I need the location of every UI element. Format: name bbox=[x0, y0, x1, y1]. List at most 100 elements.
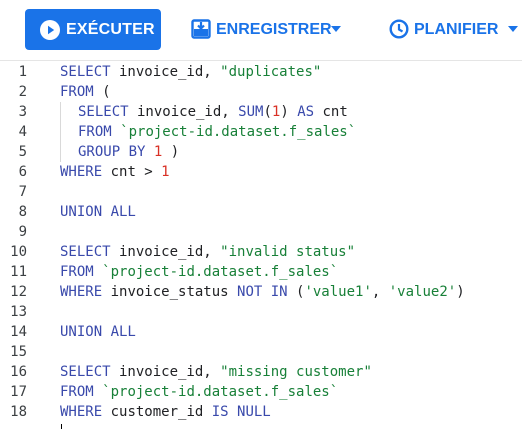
run-button-label: EXÉCUTER bbox=[66, 21, 155, 38]
token-ident: cnt bbox=[314, 104, 348, 120]
token-number: 1 bbox=[161, 164, 170, 180]
token-keyword: FROM bbox=[60, 84, 94, 100]
line-number: 7 bbox=[18, 184, 27, 200]
token-keyword: WHERE bbox=[60, 164, 103, 180]
code-line[interactable]: 5 GROUP BY 1 ) bbox=[0, 142, 522, 162]
play-circle-icon bbox=[40, 20, 60, 40]
save-icon bbox=[191, 19, 211, 39]
code-line[interactable]: 10 SELECT invoice_id, "invalid status" bbox=[0, 242, 522, 262]
token-keyword: GROUP BY bbox=[78, 144, 146, 160]
code-text: SELECT invoice_id, SUM(1) AS cnt bbox=[78, 102, 348, 122]
code-text: UNION ALL bbox=[60, 202, 136, 222]
token-string: "missing customer" bbox=[220, 364, 372, 380]
token-ident bbox=[112, 124, 120, 140]
token-keyword: UNION ALL bbox=[60, 324, 136, 340]
token-string: "duplicates" bbox=[220, 64, 322, 80]
token-keyword: IS NULL bbox=[211, 404, 271, 420]
code-text: FROM `project-id.dataset.f_sales` bbox=[78, 122, 356, 142]
token-punct: ( bbox=[93, 84, 111, 100]
code-line[interactable]: 2 FROM ( bbox=[0, 82, 522, 102]
code-text: UNION ALL bbox=[60, 322, 136, 342]
code-text: FROM `project-id.dataset.f_sales` bbox=[60, 382, 338, 402]
code-line[interactable]: 3 SELECT invoice_id, SUM(1) AS cnt bbox=[0, 102, 522, 122]
code-text: SELECT invoice_id, "invalid status" bbox=[60, 242, 355, 262]
token-ident: invoice_status bbox=[102, 284, 238, 300]
code-text: FROM `project-id.dataset.f_sales` bbox=[60, 262, 338, 282]
token-string: `project-id.dataset.f_sales` bbox=[120, 124, 357, 140]
line-number: 9 bbox=[18, 224, 27, 240]
code-line[interactable]: 7 bbox=[0, 182, 522, 202]
save-button-label: ENREGISTRER bbox=[216, 21, 332, 38]
token-keyword: NOT IN bbox=[237, 284, 288, 300]
line-number: 12 bbox=[10, 284, 27, 300]
token-keyword: AS bbox=[297, 104, 315, 120]
code-line[interactable]: 12 WHERE invoice_status NOT IN ('value1',… bbox=[0, 282, 522, 302]
caret-down-icon bbox=[331, 26, 341, 32]
code-line[interactable]: 18 WHERE customer_id IS NULL bbox=[0, 402, 522, 422]
line-number: 3 bbox=[18, 104, 27, 120]
token-ident bbox=[94, 264, 102, 280]
token-ident: invoice_id, bbox=[110, 364, 221, 380]
code-line[interactable]: 16 SELECT invoice_id, "missing customer" bbox=[0, 362, 522, 382]
code-line[interactable]: 13 bbox=[0, 302, 522, 322]
line-number: 15 bbox=[10, 344, 27, 360]
token-ident bbox=[145, 144, 153, 160]
code-line[interactable]: 4 FROM `project-id.dataset.f_sales` bbox=[0, 122, 522, 142]
token-string: `project-id.dataset.f_sales` bbox=[102, 384, 339, 400]
token-ident: invoice_id, bbox=[110, 64, 221, 80]
code-line[interactable]: 1 SELECT invoice_id, "duplicates" bbox=[0, 62, 522, 82]
token-keyword: WHERE bbox=[60, 404, 103, 420]
line-number: 10 bbox=[10, 244, 27, 260]
token-punct: , bbox=[371, 284, 389, 300]
token-punct: ( bbox=[263, 104, 272, 120]
code-text: SELECT invoice_id, "duplicates" bbox=[60, 62, 321, 82]
indent-guide bbox=[60, 102, 61, 122]
code-line[interactable]: 11 FROM `project-id.dataset.f_sales` bbox=[0, 262, 522, 282]
code-line[interactable]: 6 WHERE cnt > 1 bbox=[0, 162, 522, 182]
line-number: 2 bbox=[18, 84, 27, 100]
indent-guide bbox=[60, 122, 61, 142]
schedule-button[interactable]: PLANIFIER bbox=[386, 9, 522, 50]
token-ident: customer_id bbox=[102, 404, 212, 420]
token-ident bbox=[94, 384, 102, 400]
line-number: 14 bbox=[10, 324, 27, 340]
token-punct: ) bbox=[162, 144, 180, 160]
code-text: WHERE customer_id IS NULL bbox=[60, 402, 271, 422]
query-toolbar: EXÉCUTER ENREGISTRER PLANIFIER bbox=[0, 0, 522, 60]
schedule-button-label: PLANIFIER bbox=[414, 21, 499, 38]
token-string: 'value1' bbox=[304, 284, 372, 300]
line-number: 13 bbox=[10, 304, 27, 320]
line-number: 16 bbox=[10, 364, 27, 380]
run-button[interactable]: EXÉCUTER bbox=[25, 9, 161, 50]
code-text: WHERE cnt > 1 bbox=[60, 162, 170, 182]
token-keyword: SELECT bbox=[78, 104, 129, 120]
text-cursor bbox=[61, 424, 62, 429]
clock-icon bbox=[389, 19, 409, 39]
code-line[interactable]: 9 bbox=[0, 222, 522, 242]
code-line[interactable]: 15 bbox=[0, 342, 522, 362]
token-keyword: SELECT bbox=[60, 364, 111, 380]
code-line[interactable]: 17 FROM `project-id.dataset.f_sales` bbox=[0, 382, 522, 402]
token-keyword: SELECT bbox=[60, 64, 111, 80]
line-number: 5 bbox=[18, 144, 27, 160]
code-text: WHERE invoice_status NOT IN ('value1', '… bbox=[60, 282, 465, 302]
code-line[interactable]: 14 UNION ALL bbox=[0, 322, 522, 342]
code-lines: 1 SELECT invoice_id, "duplicates" 2 FROM (3… bbox=[0, 62, 522, 429]
line-number: 18 bbox=[10, 404, 27, 420]
line-number: 17 bbox=[10, 384, 27, 400]
token-keyword: WHERE bbox=[60, 284, 103, 300]
token-keyword: SELECT bbox=[60, 244, 111, 260]
save-button[interactable]: ENREGISTRER bbox=[188, 9, 356, 50]
code-line[interactable] bbox=[0, 422, 522, 429]
token-keyword: FROM bbox=[78, 124, 112, 140]
indent-guide bbox=[60, 142, 61, 162]
token-ident: cnt > bbox=[102, 164, 162, 180]
caret-down-icon bbox=[508, 26, 518, 32]
line-number: 6 bbox=[18, 164, 27, 180]
code-line[interactable]: 8 UNION ALL bbox=[0, 202, 522, 222]
token-string: "invalid status" bbox=[220, 244, 356, 260]
token-string: 'value2' bbox=[388, 284, 457, 300]
token-keyword: SUM bbox=[238, 104, 264, 120]
sql-editor[interactable]: 1 SELECT invoice_id, "duplicates" 2 FROM (3… bbox=[0, 60, 522, 429]
token-punct: ( bbox=[287, 284, 305, 300]
